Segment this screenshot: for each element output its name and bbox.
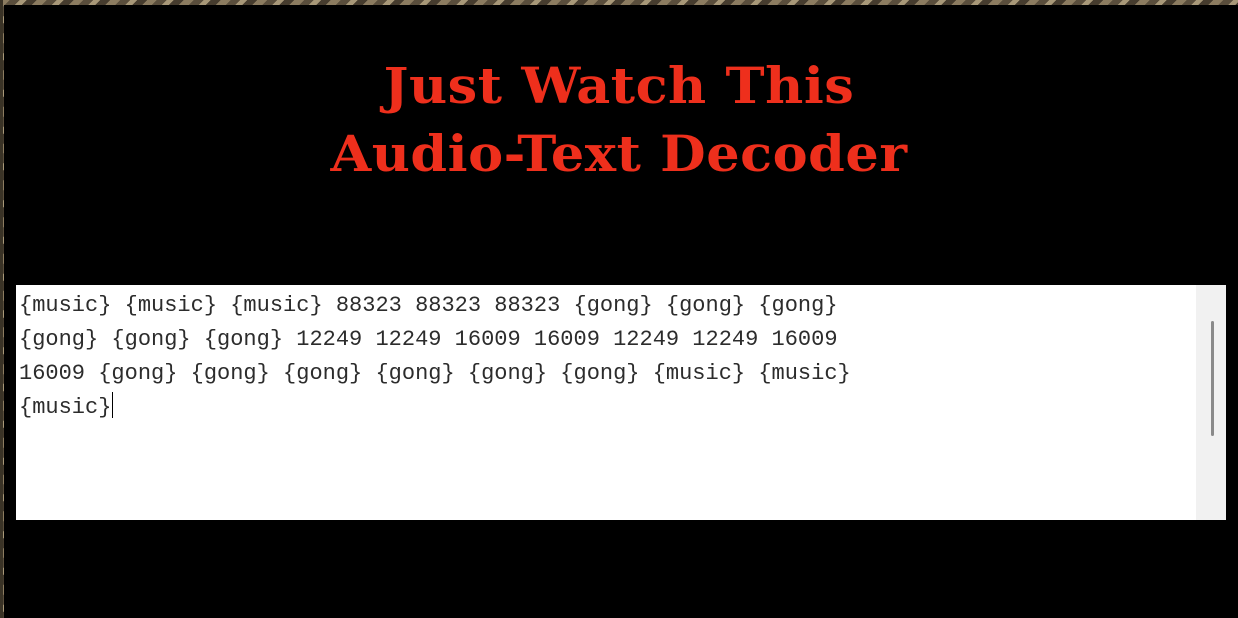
- decoder-line: {gong} {gong} {gong} 12249 12249 16009 1…: [19, 327, 838, 352]
- vertical-scrollbar[interactable]: [1196, 285, 1226, 520]
- title-line-1: Just Watch This: [383, 56, 855, 115]
- text-caret: [112, 392, 114, 418]
- page-title: Just Watch This Audio-Text Decoder: [0, 52, 1238, 188]
- decoder-text-area[interactable]: {music} {music} {music} 88323 88323 8832…: [16, 285, 1226, 520]
- decoder-line: 16009 {gong} {gong} {gong} {gong} {gong}…: [19, 361, 851, 386]
- decoder-text-content[interactable]: {music} {music} {music} 88323 88323 8832…: [19, 289, 1189, 514]
- title-line-2: Audio-Text Decoder: [330, 124, 908, 183]
- scrollbar-thumb[interactable]: [1211, 321, 1214, 436]
- decoder-line: {music} {music} {music} 88323 88323 8832…: [19, 293, 838, 318]
- decoder-line: {music}: [19, 395, 112, 420]
